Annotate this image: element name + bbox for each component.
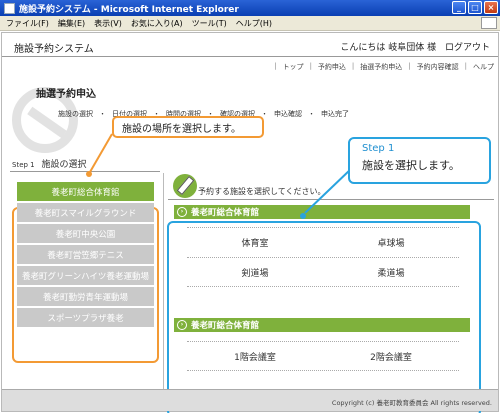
- callout-connectors: [86, 133, 353, 219]
- callout-right: Step 1 施設を選択します。: [348, 137, 491, 184]
- callout-left: 施設の場所を選択します。: [112, 116, 264, 138]
- orange-connector-line: [89, 133, 113, 173]
- blue-connector-line: [304, 167, 353, 214]
- callout-left-text: 施設の場所を選択します。: [122, 123, 241, 135]
- callout-step-label: Step 1: [362, 143, 395, 154]
- orange-connector-dot: [86, 171, 92, 177]
- callout-step-text: 施設を選択します。: [362, 159, 460, 172]
- blue-connector-dot: [300, 213, 306, 219]
